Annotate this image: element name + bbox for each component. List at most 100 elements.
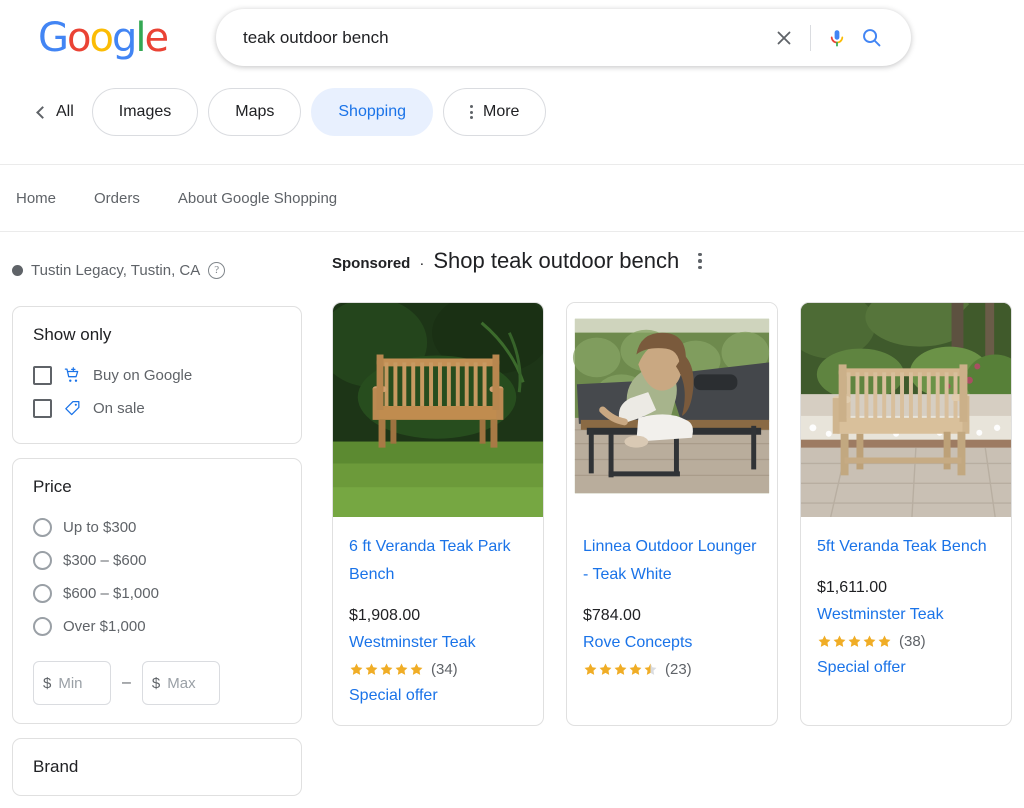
help-icon[interactable]: ? (208, 262, 226, 279)
price-min-field[interactable]: $ (33, 661, 111, 705)
tab-images[interactable]: Images (91, 88, 199, 136)
product-details: 6 ft Veranda Teak Park Bench $1,908.00 W… (333, 519, 543, 725)
filter-show-only: Show only Buy on Google On sale (12, 306, 302, 444)
product-offer[interactable]: Special offer (817, 659, 995, 677)
radio-button[interactable] (33, 617, 52, 636)
filter-brand: Brand (12, 738, 302, 796)
divider (810, 24, 811, 51)
price-range-inputs: $ – $ (33, 661, 281, 705)
product-image (801, 303, 1011, 519)
subnav-item-orders[interactable]: Orders (90, 184, 144, 213)
price-tag-icon (65, 400, 80, 416)
logo-letter-o2: o (89, 15, 114, 61)
currency-symbol: $ (43, 674, 52, 692)
product-image (567, 303, 777, 519)
filter-price-300-600[interactable]: $300 – $600 (33, 544, 281, 577)
logo-letter-g: g (111, 15, 137, 61)
currency-symbol: $ (151, 674, 161, 692)
product-merchant[interactable]: Rove Concepts (583, 634, 761, 652)
product-card-list: 6 ft Veranda Teak Park Bench $1,908.00 W… (332, 302, 1014, 726)
tab-shopping[interactable]: Shopping (311, 88, 433, 136)
tab-all-label: All (56, 103, 74, 120)
filter-price-over-1000[interactable]: Over $1,000 (33, 610, 281, 643)
filters-sidebar: Show only Buy on Google On sale Price Up… (12, 248, 302, 808)
product-price: $1,611.00 (817, 579, 887, 596)
location-indicator: Tustin Legacy, Tustin, CA ? (12, 262, 226, 279)
search-bar-actions (767, 21, 910, 55)
checkbox[interactable] (33, 399, 52, 418)
product-details: 5ft Veranda Teak Bench $1,611.00 Westmin… (801, 519, 1011, 697)
filter-option-label: Up to $300 (63, 519, 137, 536)
filter-option-buy-on-google[interactable]: Buy on Google (33, 359, 281, 392)
tab-all[interactable]: All (36, 103, 82, 121)
product-price: $1,908.00 (349, 607, 421, 624)
filter-option-label: On sale (93, 400, 145, 417)
product-title[interactable]: Linnea Outdoor Lounger - Teak White (583, 533, 761, 589)
sponsored-badge: Sponsored (332, 255, 411, 272)
tab-more[interactable]: More (443, 88, 547, 136)
tab-images-label: Images (118, 103, 172, 120)
product-card[interactable]: Linnea Outdoor Lounger - Teak White $784… (566, 302, 778, 726)
stars-icon (583, 662, 658, 677)
google-logo[interactable]: Google (38, 15, 169, 61)
cart-plus-icon (64, 367, 79, 382)
filter-option-label: Over $1,000 (63, 618, 146, 635)
filter-option-on-sale[interactable]: On sale (33, 392, 281, 425)
stars-icon (817, 634, 892, 649)
tab-shopping-label: Shopping (338, 103, 406, 120)
search-tabs: All Images Maps Shopping More (36, 88, 547, 136)
filter-option-label: Buy on Google (93, 367, 193, 384)
product-offer[interactable]: Special offer (349, 687, 527, 705)
search-input[interactable] (217, 27, 767, 48)
filter-price-title: Price (33, 477, 72, 496)
page-body: Show only Buy on Google On sale Price Up… (0, 232, 1024, 808)
logo-letter-e: e (144, 15, 169, 61)
tab-maps[interactable]: Maps (208, 88, 302, 136)
price-max-field[interactable]: $ (141, 661, 220, 705)
close-icon[interactable] (767, 21, 801, 55)
subnav-item-home[interactable]: Home (12, 184, 60, 213)
logo-letter-G: G (38, 15, 69, 61)
filter-price-600-1000[interactable]: $600 – $1,000 (33, 577, 281, 610)
filter-show-only-title: Show only (33, 325, 112, 344)
range-separator: – (122, 674, 131, 691)
separator: · (419, 255, 425, 272)
logo-letter-l: l (135, 15, 146, 61)
page-header: Google teak outdoor bench All Images Map… (0, 0, 1024, 165)
subnav-item-about[interactable]: About Google Shopping (174, 184, 341, 213)
microphone-icon[interactable] (820, 21, 854, 55)
filter-price-up-to-300[interactable]: Up to $300 (33, 511, 281, 544)
search-icon[interactable] (854, 21, 888, 55)
shopping-subnav: Home Orders About Google Shopping (0, 165, 1024, 232)
product-title[interactable]: 5ft Veranda Teak Bench (817, 533, 995, 561)
filter-option-label: $600 – $1,000 (63, 585, 159, 602)
product-card[interactable]: 6 ft Veranda Teak Park Bench $1,908.00 W… (332, 302, 544, 726)
chevron-left-icon (36, 105, 49, 119)
product-rating: (38) (817, 633, 995, 650)
product-image (333, 303, 543, 519)
radio-button[interactable] (33, 584, 52, 603)
tab-more-label: More (483, 103, 520, 120)
product-title[interactable]: 6 ft Veranda Teak Park Bench (349, 533, 527, 589)
product-merchant[interactable]: Westminster Teak (349, 634, 527, 652)
search-bar[interactable] (216, 9, 911, 66)
results-main: Sponsored · Shop teak outdoor bench 6 ft… (302, 248, 1024, 808)
radio-button[interactable] (33, 518, 52, 537)
location-dot-icon (12, 265, 23, 276)
price-max-input[interactable] (165, 673, 210, 693)
product-review-count: (23) (665, 661, 692, 678)
tab-maps-label: Maps (235, 103, 275, 120)
location-text: Tustin Legacy, Tustin, CA (31, 262, 201, 279)
filter-brand-title: Brand (33, 757, 79, 776)
kebab-icon[interactable] (698, 252, 702, 270)
filter-price: Price Up to $300 $300 – $600 $600 – $1,0… (12, 458, 302, 724)
logo-letter-o1: o (67, 15, 92, 61)
product-merchant[interactable]: Westminster Teak (817, 606, 995, 624)
price-min-input[interactable] (56, 673, 101, 693)
radio-button[interactable] (33, 551, 52, 570)
product-details: Linnea Outdoor Lounger - Teak White $784… (567, 519, 777, 707)
product-card[interactable]: 5ft Veranda Teak Bench $1,611.00 Westmin… (800, 302, 1012, 726)
product-review-count: (38) (899, 633, 926, 650)
page-title: Shop teak outdoor bench (433, 248, 680, 273)
checkbox[interactable] (33, 366, 52, 385)
